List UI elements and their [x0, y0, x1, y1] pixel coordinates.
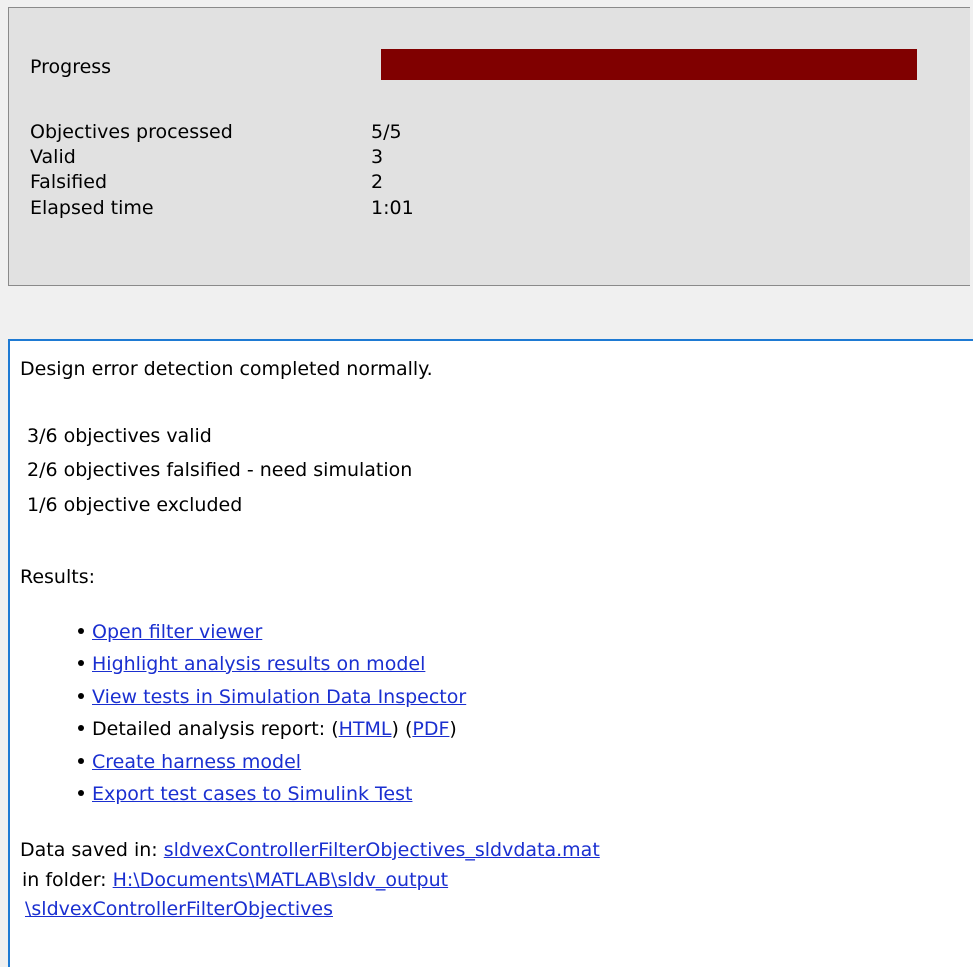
open-filter-viewer-link[interactable]: Open filter viewer [92, 621, 262, 643]
bullet-icon [78, 724, 84, 731]
progress-bar-fill [381, 49, 917, 80]
data-saved-line: Data saved in: sldvexControllerFilterObj… [20, 838, 600, 862]
elapsed-time-value: 1:01 [371, 197, 414, 219]
summary-valid: 3/6 objectives valid [27, 425, 212, 447]
objectives-processed-value: 5/5 [371, 121, 402, 143]
folder-line: in folder: H:\Documents\MATLAB\sldv_outp… [22, 868, 448, 892]
bullet-icon [78, 627, 84, 634]
list-item: Export test cases to Simulink Test [78, 782, 412, 806]
valid-value: 3 [371, 146, 384, 168]
list-item: View tests in Simulation Data Inspector [78, 685, 466, 709]
data-file-link[interactable]: sldvexControllerFilterObjectives_sldvdat… [164, 839, 600, 861]
view-tests-sdi-link[interactable]: View tests in Simulation Data Inspector [92, 686, 466, 708]
list-item: Open filter viewer [78, 620, 262, 644]
report-html-link[interactable]: HTML [339, 718, 392, 740]
data-saved-label: Data saved in: [20, 839, 158, 861]
report-mid-text: ) ( [391, 718, 413, 740]
elapsed-time-label: Elapsed time [30, 197, 154, 219]
folder-path-link[interactable]: H:\Documents\MATLAB\sldv_output [113, 869, 448, 891]
bullet-icon [78, 659, 84, 666]
report-suffix-text: ) [449, 718, 457, 740]
results-label: Results: [20, 566, 96, 588]
list-item: Highlight analysis results on model [78, 652, 425, 676]
export-test-cases-link[interactable]: Export test cases to Simulink Test [92, 783, 412, 805]
highlight-results-link[interactable]: Highlight analysis results on model [92, 653, 425, 675]
create-harness-link[interactable]: Create harness model [92, 751, 301, 773]
falsified-value: 2 [371, 171, 384, 193]
report-pdf-link[interactable]: PDF [412, 718, 449, 740]
in-folder-label: in folder: [22, 869, 107, 891]
list-item: Detailed analysis report: (HTML) (PDF) [78, 717, 457, 741]
analysis-progress-window: Progress Objectives processed 5/5 Valid … [0, 0, 973, 967]
bullet-icon [78, 757, 84, 764]
summary-falsified: 2/6 objectives falsified - need simulati… [27, 459, 413, 481]
progress-label: Progress [30, 56, 112, 78]
list-item: Create harness model [78, 750, 301, 774]
results-panel: Design error detection completed normall… [8, 339, 973, 967]
bullet-icon [78, 692, 84, 699]
bullet-icon [78, 789, 84, 796]
progress-bar [381, 49, 917, 80]
falsified-label: Falsified [30, 171, 108, 193]
status-panel: Progress Objectives processed 5/5 Valid … [8, 7, 970, 286]
objectives-processed-label: Objectives processed [30, 121, 233, 143]
summary-excluded: 1/6 objective excluded [27, 494, 243, 516]
report-prefix-text: Detailed analysis report: ( [92, 718, 339, 740]
completion-headline: Design error detection completed normall… [20, 358, 433, 380]
folder-path-link-continued[interactable]: \sldvexControllerFilterObjectives [25, 897, 333, 921]
valid-label: Valid [30, 146, 76, 168]
